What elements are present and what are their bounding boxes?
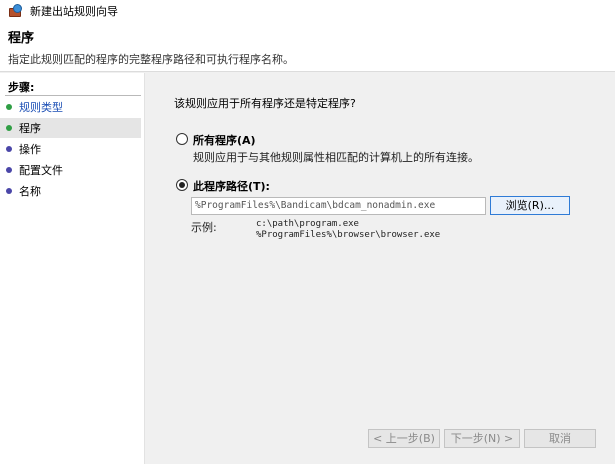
example-line: c:\path\program.exe: [256, 219, 359, 229]
back-button[interactable]: < 上一步(B): [368, 429, 440, 448]
step-program: 程序: [0, 118, 141, 138]
all-programs-description: 规则应用于与其他规则属性相匹配的计算机上的所有连接。: [193, 151, 479, 164]
cancel-button[interactable]: 取消: [524, 429, 596, 448]
browse-button[interactable]: 浏览(R)...: [490, 196, 570, 215]
step-profile: 配置文件: [0, 160, 141, 180]
this-program-radio[interactable]: [176, 179, 188, 191]
wizard-header: 程序 指定此规则匹配的程序的完整程序路径和可执行程序名称。: [0, 22, 615, 72]
step-status-dot: [6, 167, 12, 173]
this-program-label[interactable]: 此程序路径(T):: [193, 178, 270, 194]
all-programs-radio[interactable]: [176, 133, 188, 145]
step-rule-type[interactable]: 规则类型: [0, 97, 141, 117]
page-description: 指定此规则匹配的程序的完整程序路径和可执行程序名称。: [8, 53, 294, 66]
page-title: 程序: [8, 31, 35, 46]
example-label: 示例:: [191, 221, 217, 234]
step-status-dot: [6, 125, 12, 131]
next-button[interactable]: 下一步(N) >: [444, 429, 520, 448]
step-label: 名称: [19, 185, 41, 198]
step-label: 配置文件: [19, 164, 63, 177]
firewall-icon: [8, 4, 22, 18]
step-action: 操作: [0, 139, 141, 159]
example-line: %ProgramFiles%\browser\browser.exe: [256, 230, 441, 240]
step-status-dot: [6, 146, 12, 152]
step-label: 规则类型: [19, 101, 63, 114]
question-text: 该规则应用于所有程序还是特定程序?: [174, 97, 356, 110]
title-bar: 新建出站规则向导: [0, 0, 615, 22]
step-label: 操作: [19, 143, 41, 156]
step-label: 程序: [19, 122, 41, 135]
all-programs-label[interactable]: 所有程序(A): [193, 132, 256, 148]
steps-title: 步骤:: [8, 81, 35, 94]
wizard-content: 该规则应用于所有程序还是特定程序? 所有程序(A) 规则应用于与其他规则属性相匹…: [146, 73, 615, 464]
step-status-dot: [6, 104, 12, 110]
steps-divider: [5, 95, 141, 96]
step-name: 名称: [0, 181, 141, 201]
steps-panel: 步骤: 规则类型 程序 操作 配置文件 名称: [0, 73, 145, 464]
window-title: 新建出站规则向导: [30, 5, 118, 18]
program-path-input[interactable]: %ProgramFiles%\Bandicam\bdcam_nonadmin.e…: [191, 197, 486, 215]
step-status-dot: [6, 188, 12, 194]
